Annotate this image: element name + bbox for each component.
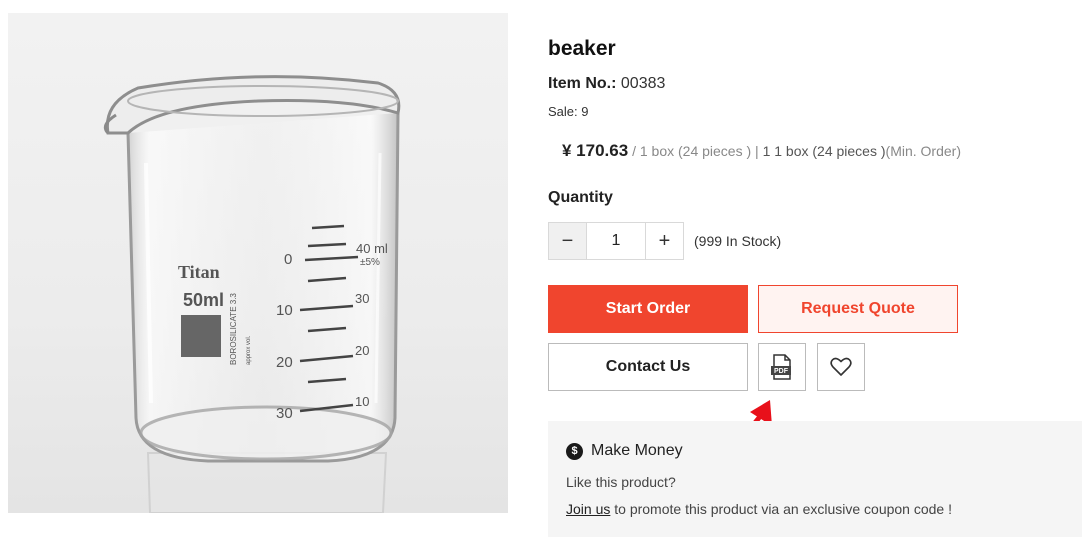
price-unit: / 1 box (24 pieces ) bbox=[632, 143, 752, 159]
scale-right-10: 10 bbox=[355, 394, 369, 409]
sale-count: Sale: 9 bbox=[548, 104, 589, 119]
price-value: ¥ 170.63 bbox=[562, 141, 629, 160]
join-us-link[interactable]: Join us bbox=[566, 501, 610, 517]
scale-left-20: 20 bbox=[276, 354, 293, 371]
promo-text: to promote this product via an exclusive… bbox=[610, 501, 952, 517]
contact-us-button[interactable]: Contact Us bbox=[548, 343, 748, 391]
heart-icon bbox=[830, 357, 852, 376]
request-quote-button[interactable]: Request Quote bbox=[758, 285, 958, 333]
make-money-title-row: $ Make Money bbox=[566, 442, 683, 460]
beaker-approx-text: approx vol. bbox=[246, 335, 252, 365]
quantity-input[interactable] bbox=[587, 223, 645, 259]
beaker-glass-text: BOROSILICATE 3.3 bbox=[229, 293, 238, 365]
pdf-icon-text: PDF bbox=[774, 368, 789, 375]
scale-top-mark: 40 ml bbox=[356, 241, 388, 256]
item-number: Item No.: 00383 bbox=[548, 75, 665, 93]
scale-left-0: 0 bbox=[284, 251, 292, 268]
beaker-marking-patch bbox=[181, 315, 221, 357]
item-number-value: 00383 bbox=[620, 75, 666, 92]
dollar-coin-icon: $ bbox=[566, 442, 583, 460]
product-info-panel: beaker Item No.: 00383 Sale: 9 ¥ 170.63 … bbox=[548, 0, 1082, 537]
pdf-icon: PDF bbox=[771, 354, 791, 380]
scale-left-30: 30 bbox=[276, 405, 293, 422]
scale-left-10: 10 bbox=[276, 302, 293, 319]
scale-right-20: 20 bbox=[355, 343, 369, 358]
beaker-volume: 50ml bbox=[183, 290, 224, 310]
product-image[interactable]: Titan 50ml BOROSILICATE 3.3 approx vol. … bbox=[8, 13, 508, 513]
price-row: ¥ 170.63 / 1 box (24 pieces ) | 1 1 box … bbox=[562, 141, 961, 161]
quantity-label: Quantity bbox=[548, 189, 613, 206]
scale-right-30: 30 bbox=[355, 291, 369, 306]
stock-status: (999 In Stock) bbox=[694, 233, 782, 249]
favorite-button[interactable] bbox=[817, 343, 865, 391]
min-order-quantity: 1 1 box (24 pieces ) bbox=[762, 143, 886, 159]
make-money-question: Like this product? bbox=[566, 474, 676, 490]
make-money-panel: $ Make Money Like this product? Join us … bbox=[548, 421, 1082, 537]
start-order-button[interactable]: Start Order bbox=[548, 285, 748, 333]
pdf-download-button[interactable]: PDF bbox=[758, 343, 806, 391]
quantity-stepper: − + bbox=[548, 222, 684, 260]
make-money-title: Make Money bbox=[591, 442, 683, 459]
product-title: beaker bbox=[548, 37, 616, 60]
min-order-suffix: (Min. Order) bbox=[885, 143, 961, 159]
beaker-photo: Titan 50ml BOROSILICATE 3.3 approx vol. … bbox=[103, 75, 401, 513]
make-money-promo: Join us to promote this product via an e… bbox=[566, 501, 952, 517]
beaker-brand: Titan bbox=[178, 262, 220, 282]
price-separator: | bbox=[755, 143, 759, 159]
quantity-decrease-button[interactable]: − bbox=[549, 223, 587, 259]
scale-tolerance: ±5% bbox=[360, 257, 380, 268]
item-number-label: Item No.: bbox=[548, 75, 617, 92]
quantity-increase-button[interactable]: + bbox=[645, 223, 683, 259]
